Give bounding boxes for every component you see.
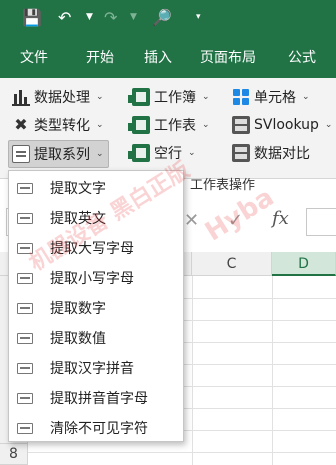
row-header-8[interactable]: 8 xyxy=(0,444,28,465)
chevron-down-icon: ⌄ xyxy=(96,92,104,102)
ribbon-group-label: 工作表操作 xyxy=(190,178,256,193)
menu-item-extract-english[interactable]: 提取英文 xyxy=(9,203,183,233)
menu-item-label: 提取数字 xyxy=(50,301,106,317)
extract-series-label: 提取系列 xyxy=(34,147,90,163)
insert-function-button[interactable]: fx xyxy=(272,208,289,229)
column-header-c[interactable]: C xyxy=(192,252,272,276)
customize-toolbar-icon[interactable]: ▾ xyxy=(196,12,201,22)
chevron-down-icon: ⌄ xyxy=(202,120,210,130)
menu-item-label: 提取小写字母 xyxy=(50,271,134,287)
extract-item-icon xyxy=(17,272,33,284)
extract-item-icon xyxy=(17,332,33,344)
extract-item-icon xyxy=(17,362,33,374)
tab-insert[interactable]: 插入 xyxy=(144,48,172,68)
menu-item-extract-text[interactable]: 提取文字 xyxy=(9,173,183,203)
cancel-icon[interactable]: ✕ xyxy=(184,210,199,231)
extract-item-icon xyxy=(17,212,33,224)
extract-icon xyxy=(12,145,30,163)
ribbon-panel: 数据处理 ⌄ 工作簿 ⌄ 单元格 ⌄ ✖ 类型转化 ⌄ 工作表 ⌄ SVlook… xyxy=(0,78,336,179)
worksheet-button[interactable]: 工作表 ⌄ xyxy=(128,112,210,138)
data-processing-label: 数据处理 xyxy=(34,90,90,106)
extract-series-button[interactable]: 提取系列 ⌄ xyxy=(8,140,109,168)
chevron-down-icon: ⌄ xyxy=(302,92,310,102)
formula-input[interactable] xyxy=(306,208,336,236)
blank-row-label: 空行 xyxy=(154,146,182,162)
type-convert-button[interactable]: ✖ 类型转化 ⌄ xyxy=(12,112,104,138)
redo-icon: ↷ xyxy=(104,8,118,27)
menu-item-extract-lowercase[interactable]: 提取小写字母 xyxy=(9,263,183,293)
menu-item-label: 提取大写字母 xyxy=(50,241,134,257)
menu-item-clear-invisible-chars[interactable]: 清除不可见字符 xyxy=(9,413,183,443)
data-compare-icon xyxy=(232,144,250,162)
data-compare-button[interactable]: 数据对比 xyxy=(232,140,310,166)
redo-dropdown-icon: ▼ xyxy=(130,12,137,22)
menu-item-extract-uppercase[interactable]: 提取大写字母 xyxy=(9,233,183,263)
extract-item-icon xyxy=(17,302,33,314)
extract-item-icon xyxy=(17,392,33,404)
undo-icon[interactable]: ↶ xyxy=(58,8,71,28)
workbook-icon xyxy=(128,88,150,106)
convert-icon: ✖ xyxy=(14,115,28,134)
cell-label: 单元格 xyxy=(254,90,296,106)
chevron-down-icon: ⌄ xyxy=(96,120,104,130)
row-divider xyxy=(28,452,336,453)
tab-formulas[interactable]: 公式 xyxy=(288,48,316,68)
menu-item-extract-pinyin-initials[interactable]: 提取拼音首字母 xyxy=(9,383,183,413)
menu-item-label: 提取文字 xyxy=(50,181,106,197)
tab-page-layout[interactable]: 页面布局 xyxy=(200,48,256,68)
chevron-down-icon: ⌄ xyxy=(188,148,196,158)
blank-row-icon xyxy=(128,144,150,162)
ribbon-tabs: 文件 开始 插入 页面布局 公式 xyxy=(0,36,336,78)
column-divider xyxy=(192,276,193,465)
enter-icon[interactable]: ✓ xyxy=(228,210,243,231)
undo-dropdown-icon[interactable]: ▼ xyxy=(86,12,93,22)
chevron-down-icon: ⌄ xyxy=(324,120,333,130)
workbook-label: 工作簿 xyxy=(154,90,196,106)
menu-item-extract-pinyin[interactable]: 提取汉字拼音 xyxy=(9,353,183,383)
menu-item-label: 提取汉字拼音 xyxy=(50,361,134,377)
worksheet-icon xyxy=(128,116,150,134)
workbook-button[interactable]: 工作簿 ⌄ xyxy=(128,84,210,110)
data-compare-label: 数据对比 xyxy=(254,146,310,162)
menu-item-extract-digits[interactable]: 提取数字 xyxy=(9,293,183,323)
data-processing-button[interactable]: 数据处理 ⌄ xyxy=(12,84,104,110)
extract-item-icon xyxy=(17,182,33,194)
menu-item-label: 提取英文 xyxy=(50,211,106,227)
blank-row-button[interactable]: 空行 ⌄ xyxy=(128,140,196,166)
column-header-d[interactable]: D xyxy=(272,252,336,276)
chevron-down-icon: ⌄ xyxy=(202,92,210,102)
svlookup-button[interactable]: SVlookup ⌄ xyxy=(232,112,332,138)
menu-item-label: 提取拼音首字母 xyxy=(50,391,148,407)
cell-button[interactable]: 单元格 ⌄ xyxy=(232,84,310,110)
extract-series-dropdown: 提取文字 提取英文 提取大写字母 提取小写字母 提取数字 提取数值 提取汉字拼音… xyxy=(8,170,184,442)
menu-item-label: 清除不可见字符 xyxy=(50,421,148,437)
save-icon[interactable]: 💾 xyxy=(22,8,42,28)
print-preview-icon[interactable]: 🔎 xyxy=(152,8,172,28)
chevron-down-icon: ⌄ xyxy=(96,149,104,159)
cell-grid-icon xyxy=(232,88,250,106)
svlookup-icon xyxy=(232,116,250,134)
tab-home[interactable]: 开始 xyxy=(86,48,114,68)
quick-access-toolbar: 💾 ↶ ▼ ↷ ▼ 🔎 ▾ xyxy=(0,0,336,36)
menu-item-label: 提取数值 xyxy=(50,331,106,347)
menu-item-extract-values[interactable]: 提取数值 xyxy=(9,323,183,353)
worksheet-label: 工作表 xyxy=(154,118,196,134)
tab-file[interactable]: 文件 xyxy=(20,48,48,68)
extract-item-icon xyxy=(17,422,33,434)
extract-item-icon xyxy=(17,242,33,254)
chart-icon xyxy=(12,88,30,106)
column-divider xyxy=(272,276,273,465)
svlookup-label: SVlookup xyxy=(254,117,319,133)
type-convert-label: 类型转化 xyxy=(34,118,90,134)
